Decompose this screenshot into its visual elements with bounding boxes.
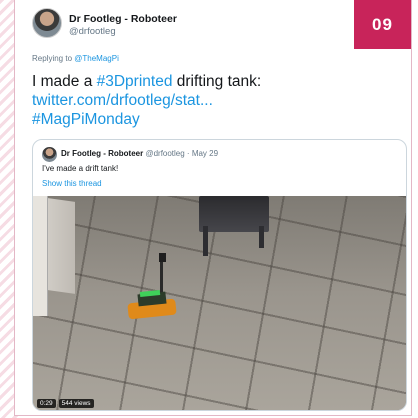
tweet-link[interactable]: twitter.com/drfootleg/stat...	[32, 91, 362, 110]
quoted-author-meta: @drfootleg · May 29	[145, 149, 219, 158]
quoted-tweet-header: Dr Footleg - Roboteer @drfootleg · May 2…	[61, 149, 218, 158]
hashtag-magpimonday[interactable]: #MagPiMonday	[32, 110, 362, 129]
quoted-author-name: Dr Footleg - Roboteer	[61, 149, 144, 158]
quoted-author-avatar	[42, 147, 57, 162]
author-handle[interactable]: @drfootleg	[69, 26, 116, 37]
tweet-body: I made a #3Dprinted drifting tank: twitt…	[32, 72, 362, 129]
author-avatar[interactable]	[32, 8, 62, 38]
video-duration: 0:29	[37, 399, 56, 408]
video-cabinet	[33, 196, 48, 316]
video-player[interactable]: 0:29 544 views	[33, 196, 406, 410]
video-chair-leg	[259, 226, 264, 248]
hashtag-3dprinted[interactable]: #3Dprinted	[97, 73, 173, 90]
drift-tank-robot	[127, 253, 180, 323]
tank-camera	[159, 253, 166, 262]
reply-to-link[interactable]: @TheMagPi	[74, 54, 119, 63]
reply-prefix: Replying to	[32, 54, 73, 63]
quoted-tweet-text: I've made a drift tank!	[42, 164, 119, 173]
tweet-text-rest: drifting tank:	[172, 73, 262, 90]
tank-mast	[160, 259, 163, 295]
video-info-overlay: 0:29 544 views	[37, 399, 94, 408]
step-number-badge: 09	[354, 0, 411, 49]
tweet-text-start: I made a	[32, 73, 97, 90]
tweet-card: 09 Dr Footleg - Roboteer @drfootleg Repl…	[14, 0, 412, 416]
reply-context: Replying to @TheMagPi	[32, 54, 119, 63]
tweet-line-1: I made a #3Dprinted drifting tank:	[32, 72, 362, 91]
video-views: 544 views	[58, 399, 94, 408]
quoted-tweet[interactable]: Dr Footleg - Roboteer @drfootleg · May 2…	[32, 139, 407, 411]
author-name[interactable]: Dr Footleg - Roboteer	[69, 13, 177, 25]
show-thread-link[interactable]: Show this thread	[42, 179, 102, 188]
video-chair-leg	[203, 226, 208, 256]
